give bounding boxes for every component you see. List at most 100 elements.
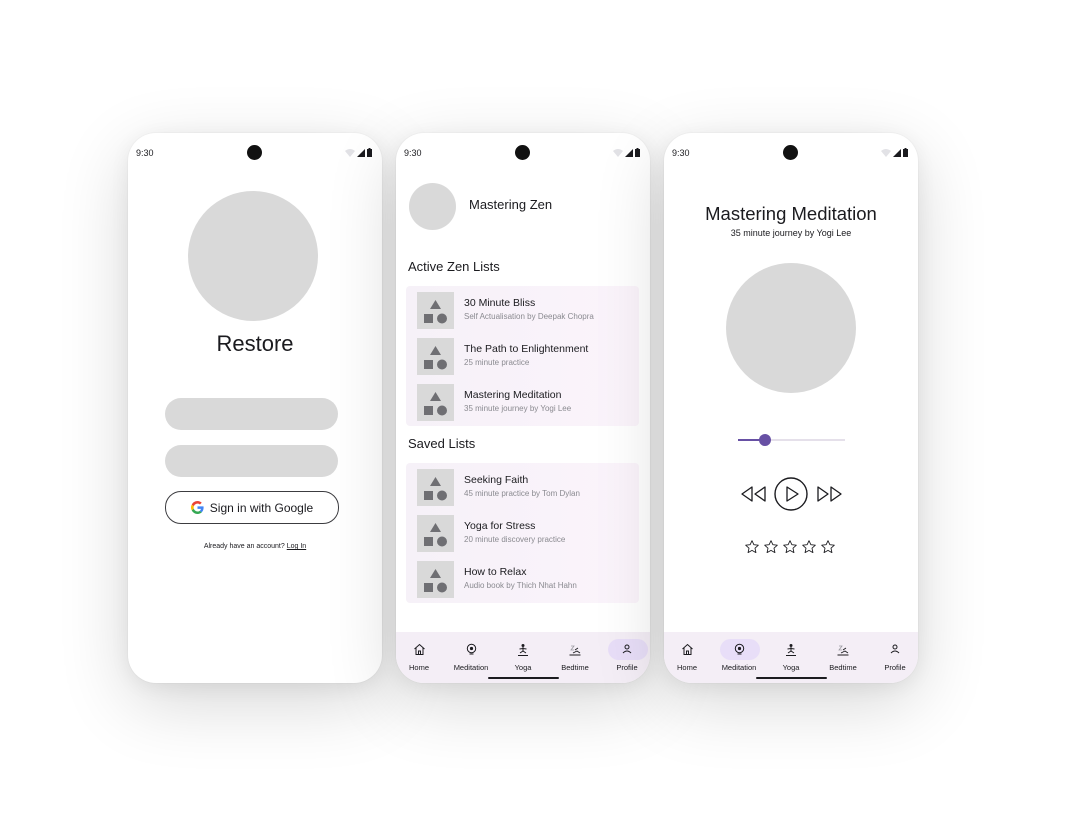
camera-cutout [247,145,262,160]
list-item-subtitle: 45 minute practice by Tom Dylan [464,489,580,498]
system-icons [345,148,372,157]
shapes-thumbnail-icon [417,515,454,552]
status-time: 9:30 [404,148,422,158]
username-field[interactable] [165,398,338,430]
list-item-title: 30 Minute Bliss [464,297,536,309]
list-item-title: Yoga for Stress [464,520,536,532]
nav-item-bedtime[interactable]: Bedtime [817,632,869,683]
avatar[interactable] [409,183,456,230]
nav-label: Profile [884,663,906,672]
nav-label: Profile [616,663,638,672]
status-bar: 9:30 [664,133,918,171]
meditation-icon [734,643,744,655]
list-item[interactable]: Seeking Faith 45 minute practice by Tom … [406,464,639,510]
list-item[interactable]: Mastering Meditation 35 minute journey b… [406,379,639,425]
nav-item-home[interactable]: Home [664,632,713,683]
star-icon[interactable] [782,539,798,555]
shapes-thumbnail-icon [417,469,454,506]
profile-icon [890,644,900,654]
rating-stars [744,539,836,555]
camera-cutout [515,145,530,160]
lists-screen: 9:30 Mastering Zen Active Zen Lists 30 M… [396,133,650,683]
fast-forward-icon[interactable] [816,485,844,503]
yoga-icon [518,644,528,656]
nav-item-profile[interactable]: Profile [601,632,650,683]
google-icon [190,501,204,514]
track-subtitle: 35 minute journey by Yogi Lee [730,228,852,238]
nav-item-yoga[interactable]: Yoga [497,632,549,683]
nav-item-meditation[interactable]: Meditation [713,632,765,683]
play-icon [786,486,799,502]
login-prompt-text: Already have an account? [203,543,285,550]
meditation-icon [466,643,476,655]
password-field[interactable] [165,445,338,477]
progress-slider[interactable] [738,433,845,447]
rewind-icon[interactable] [739,485,767,503]
shapes-thumbnail-icon [417,338,454,375]
google-signin-button[interactable]: Sign in with Google [165,491,339,524]
list-item-subtitle: 25 minute practice [464,358,530,367]
home-indicator[interactable] [488,677,559,679]
list-item-subtitle: Audio book by Thich Nhat Hahn [464,581,577,590]
nav-item-bedtime[interactable]: Bedtime [549,632,601,683]
system-icons [881,148,908,157]
player-screen: 9:30 Mastering Meditation 35 minute jour… [664,133,918,683]
battery-icon [635,148,640,157]
signal-icon [893,148,901,157]
list-item-subtitle: 35 minute journey by Yogi Lee [464,404,572,413]
star-icon[interactable] [763,539,779,555]
camera-cutout [783,145,798,160]
nav-item-yoga[interactable]: Yoga [765,632,817,683]
active-lists-card: 30 Minute Bliss Self Actualisation by De… [406,286,639,426]
shapes-thumbnail-icon [417,561,454,598]
home-indicator[interactable] [756,677,827,679]
status-time: 9:30 [672,148,690,158]
saved-lists-card: Seeking Faith 45 minute practice by Tom … [406,463,639,603]
wifi-icon [881,148,891,157]
track-title: Mastering Meditation [705,203,877,224]
saved-lists-heading: Saved Lists [408,436,476,451]
restore-screen: 9:30 Restore Sign in with Google Already… [128,133,382,683]
list-item-subtitle: 20 minute discovery practice [464,535,566,544]
battery-icon [367,148,372,157]
list-item[interactable]: Yoga for Stress 20 minute discovery prac… [406,510,639,556]
profile-icon [622,644,632,654]
slider-handle[interactable] [758,434,771,446]
page-title: Restore [216,331,294,356]
wifi-icon [613,148,623,157]
list-item-title: The Path to Enlightenment [464,343,589,355]
active-lists-heading: Active Zen Lists [408,259,500,274]
list-item[interactable]: How to Relax Audio book by Thich Nhat Ha… [406,556,639,602]
nav-item-home[interactable]: Home [396,632,445,683]
google-signin-label: Sign in with Google [209,500,314,515]
star-icon[interactable] [801,539,817,555]
yoga-icon [786,644,796,656]
list-item[interactable]: The Path to Enlightenment 25 minute prac… [406,333,639,379]
playback-controls [739,476,844,512]
star-icon[interactable] [820,539,836,555]
nav-item-meditation[interactable]: Meditation [445,632,497,683]
bottom-navigation: Home Meditation Yoga Bedtime Profile [664,632,918,683]
play-button[interactable] [773,476,809,512]
status-bar: 9:30 [128,133,382,171]
bedtime-icon [569,645,581,656]
list-item[interactable]: 30 Minute Bliss Self Actualisation by De… [406,287,639,333]
list-item-title: How to Relax [464,566,527,578]
star-icon[interactable] [744,539,760,555]
wifi-icon [345,148,355,157]
status-time: 9:30 [136,148,154,158]
login-prompt: Already have an account? Log In [128,543,382,550]
nav-item-profile[interactable]: Profile [869,632,918,683]
shapes-thumbnail-icon [417,384,454,421]
login-link[interactable]: Log In [287,543,306,550]
system-icons [613,148,640,157]
avatar-placeholder [188,191,318,321]
signal-icon [625,148,633,157]
home-icon [413,643,425,655]
battery-icon [903,148,908,157]
profile-name: Mastering Zen [469,197,553,212]
signal-icon [357,148,365,157]
status-bar: 9:30 [396,133,650,171]
bedtime-icon [837,645,849,656]
list-item-title: Seeking Faith [464,474,529,486]
